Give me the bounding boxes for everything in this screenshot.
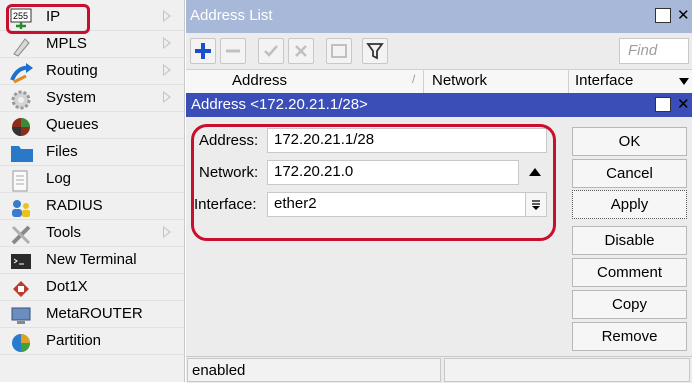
comment-button[interactable]: Comment	[572, 258, 687, 287]
comment-button[interactable]	[326, 38, 352, 64]
sidebar-item-label: Tools	[46, 224, 82, 241]
dialog-title: Address <172.20.21.1/28>	[191, 96, 368, 113]
metarouter-icon	[10, 305, 31, 324]
filter-icon	[366, 43, 384, 60]
column-header-network[interactable]: Network	[432, 72, 487, 89]
sidebar-item-label: Dot1X	[46, 278, 88, 295]
sidebar-item-log[interactable]: Log	[0, 166, 184, 193]
status-bar: enabled	[186, 356, 692, 383]
sidebar-menu: 255 IP MPLS Routing System Queues Files …	[0, 0, 185, 382]
sidebar-item-label: New Terminal	[46, 251, 137, 268]
remove-button[interactable]: Remove	[572, 322, 687, 351]
disable-button[interactable]: Disable	[572, 226, 687, 255]
address-list-toolbar: Find	[186, 33, 692, 69]
sidebar-item-label: Queues	[46, 116, 99, 133]
column-header-address[interactable]: Address	[232, 72, 287, 89]
routing-icon	[10, 62, 33, 84]
system-gear-icon	[10, 89, 31, 110]
submenu-arrow-icon	[163, 226, 171, 238]
log-icon	[10, 170, 30, 192]
filter-button[interactable]	[362, 38, 388, 64]
sidebar-item-radius[interactable]: RADIUS	[0, 193, 184, 220]
radius-users-icon	[10, 197, 30, 217]
ok-button[interactable]: OK	[572, 127, 687, 156]
check-icon	[264, 45, 278, 57]
find-input[interactable]: Find	[619, 38, 689, 64]
minus-icon	[226, 49, 240, 53]
submenu-arrow-icon	[163, 64, 171, 76]
close-icon[interactable]: ✕	[677, 95, 690, 113]
sidebar-item-mpls[interactable]: MPLS	[0, 31, 184, 58]
sidebar-item-label: Routing	[46, 62, 98, 79]
sidebar-item-label: System	[46, 89, 97, 106]
ip-highlight-outline	[6, 4, 90, 34]
enable-button[interactable]	[258, 38, 284, 64]
window-title: Address List	[190, 7, 273, 24]
sidebar-item-routing[interactable]: Routing	[0, 58, 184, 85]
sidebar-item-label: RADIUS	[46, 197, 103, 214]
apply-button[interactable]: Apply	[572, 190, 687, 219]
address-list-header: Address / Network Interface	[186, 69, 692, 95]
copy-button[interactable]: Copy	[572, 290, 687, 319]
status-cell-empty	[444, 358, 690, 382]
chevron-down-icon[interactable]	[679, 78, 689, 85]
cancel-button[interactable]: Cancel	[572, 159, 687, 188]
add-button[interactable]	[190, 38, 216, 64]
sidebar-item-metarouter[interactable]: MetaROUTER	[0, 301, 184, 328]
submenu-arrow-icon	[163, 91, 171, 103]
sidebar-item-label: Log	[46, 170, 72, 187]
sidebar-item-partition[interactable]: Partition	[0, 328, 184, 355]
x-icon	[295, 45, 307, 57]
column-header-interface[interactable]: Interface	[575, 72, 633, 89]
maximize-icon[interactable]	[655, 8, 671, 23]
address-edit-dialog: Address <172.20.21.1/28> ✕ Address: 172.…	[186, 93, 692, 383]
sort-indicator-icon: /	[412, 72, 416, 86]
queues-icon	[10, 116, 30, 136]
sidebar-item-label: MetaROUTER	[46, 305, 143, 322]
sidebar-item-label: Files	[46, 143, 78, 160]
fields-highlight-outline	[191, 124, 556, 241]
sidebar-item-new-terminal[interactable]: New Terminal	[0, 247, 184, 274]
sidebar-item-dot1x[interactable]: Dot1X	[0, 274, 184, 301]
plus-icon	[195, 43, 211, 59]
sidebar-item-queues[interactable]: Queues	[0, 112, 184, 139]
terminal-icon	[10, 251, 31, 269]
sidebar-item-label: MPLS	[46, 35, 87, 52]
dot1x-icon	[10, 278, 30, 297]
note-icon	[331, 44, 347, 58]
maximize-icon[interactable]	[655, 97, 671, 112]
submenu-arrow-icon	[163, 37, 171, 49]
sidebar-item-system[interactable]: System	[0, 85, 184, 112]
dialog-titlebar[interactable]: Address <172.20.21.1/28> ✕	[186, 93, 692, 117]
submenu-arrow-icon	[163, 10, 171, 22]
tools-icon	[10, 224, 31, 245]
sidebar-item-label: Partition	[46, 332, 102, 349]
mpls-icon	[10, 35, 30, 57]
sidebar-item-tools[interactable]: Tools	[0, 220, 184, 247]
status-text: enabled	[187, 358, 441, 382]
disable-button[interactable]	[288, 38, 314, 64]
remove-button[interactable]	[220, 38, 246, 64]
close-icon[interactable]: ✕	[677, 6, 690, 24]
folder-icon	[10, 143, 33, 162]
sidebar-item-files[interactable]: Files	[0, 139, 184, 166]
partition-icon	[10, 332, 30, 352]
address-list-titlebar[interactable]: Address List ✕	[186, 0, 692, 33]
